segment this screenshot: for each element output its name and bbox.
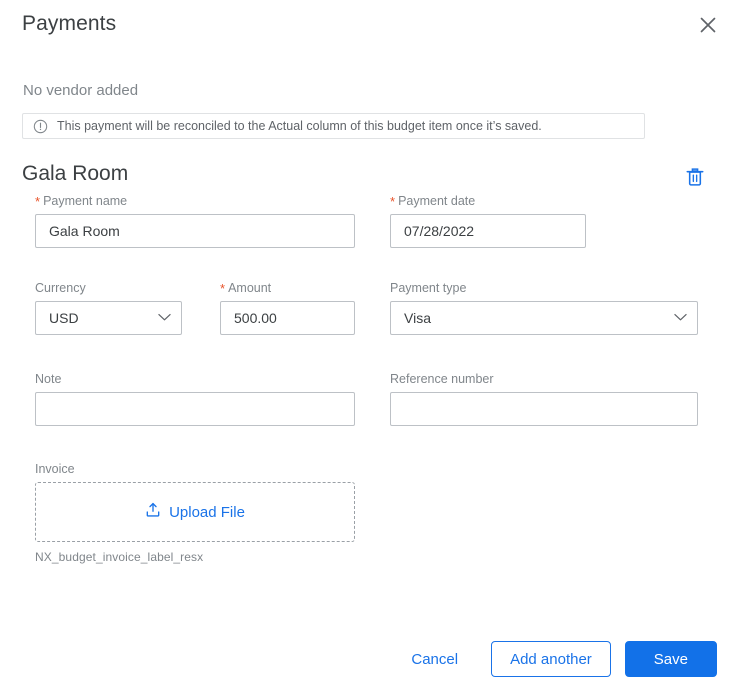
payment-name-label: * Payment name: [35, 194, 128, 209]
currency-selected-value: USD: [49, 310, 79, 326]
page-title: Payments: [22, 12, 117, 35]
upload-file-label: Upload File: [169, 503, 245, 521]
required-indicator: *: [35, 194, 41, 209]
upload-icon: [145, 502, 161, 523]
delete-payment-button[interactable]: [682, 164, 708, 190]
section-title: Gala Room: [22, 162, 129, 185]
field-payment-type: Payment type Visa: [390, 281, 698, 335]
required-indicator: *: [390, 194, 396, 209]
note-label: Note: [35, 372, 62, 386]
currency-label: Currency: [35, 281, 86, 295]
currency-select[interactable]: USD: [35, 301, 182, 335]
add-another-button[interactable]: Add another: [491, 641, 611, 677]
payment-name-input[interactable]: [35, 214, 355, 248]
note-input[interactable]: [35, 392, 355, 426]
field-currency: Currency USD: [35, 281, 182, 335]
trash-icon: [684, 166, 706, 188]
field-invoice: Invoice Upload File NX_budget_invoice_la…: [35, 462, 355, 564]
dialog-header: Payments: [0, 0, 740, 56]
close-button[interactable]: [694, 11, 722, 39]
payment-date-label: * Payment date: [390, 194, 476, 209]
invoice-filename-text: NX_budget_invoice_label_resx: [35, 550, 204, 564]
payment-date-input[interactable]: [390, 214, 586, 248]
payment-type-selected-value: Visa: [404, 310, 431, 326]
amount-input[interactable]: [220, 301, 355, 335]
upload-file-dropzone[interactable]: Upload File: [35, 482, 355, 542]
field-reference-number: Reference number: [390, 372, 698, 426]
field-payment-date: * Payment date: [390, 194, 586, 248]
save-button[interactable]: Save: [624, 641, 717, 677]
info-banner-text: This payment will be reconciled to the A…: [57, 118, 542, 133]
payment-type-select[interactable]: Visa: [390, 301, 698, 335]
info-banner: This payment will be reconciled to the A…: [22, 113, 645, 139]
close-icon: [699, 16, 717, 34]
field-note: Note: [35, 372, 355, 426]
reference-number-label: Reference number: [390, 372, 494, 386]
cancel-button[interactable]: Cancel: [401, 643, 468, 676]
vendor-status-text: No vendor added: [23, 82, 139, 99]
section-header: Gala Room: [0, 158, 740, 194]
required-indicator: *: [220, 281, 226, 296]
dialog-footer: Cancel Add another Save: [0, 628, 740, 690]
amount-label: * Amount: [220, 281, 272, 296]
field-amount: * Amount: [220, 281, 355, 335]
info-circle-icon: [33, 119, 48, 134]
field-payment-name: * Payment name: [35, 194, 355, 248]
invoice-label: Invoice: [35, 462, 75, 476]
reference-number-input[interactable]: [390, 392, 698, 426]
payment-type-label: Payment type: [390, 281, 467, 295]
